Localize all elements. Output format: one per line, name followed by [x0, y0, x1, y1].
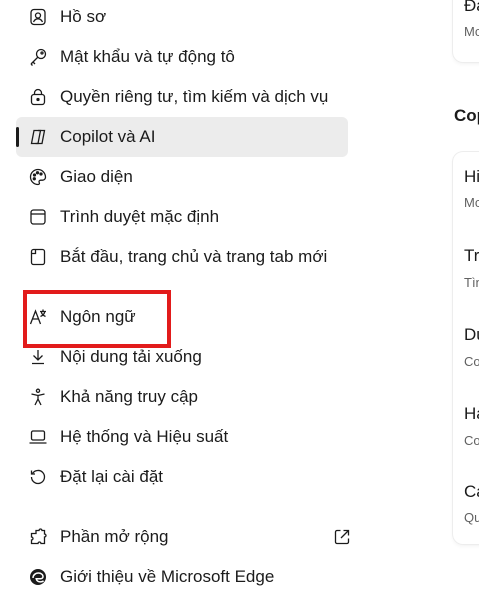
sidebar-item-languages[interactable]: Ngôn ngữ — [16, 297, 348, 337]
settings-sidebar: Hồ sơ Mật khẩu và tự động tô Quyền riêng… — [0, 0, 360, 591]
setting-subtitle: Mc — [464, 195, 479, 210]
copilot-icon — [28, 127, 48, 147]
setting-title: Cá — [464, 482, 479, 501]
setting-title: Tra — [464, 246, 479, 265]
setting-subtitle: Co — [464, 354, 479, 369]
external-link-icon[interactable] — [332, 527, 352, 547]
copilot-settings-card: Hi Mc Tra Tìn Du Co Ha Co Cá Qu — [453, 152, 479, 544]
lock-icon — [28, 87, 48, 107]
page-icon — [28, 247, 48, 267]
setting-title: Du — [464, 325, 479, 344]
browser-icon — [28, 207, 48, 227]
sidebar-item-label: Giới thiệu về Microsoft Edge — [60, 567, 275, 586]
reset-icon — [28, 467, 48, 487]
sidebar-item-start-home[interactable]: Bắt đầu, trang chủ và trang tab mới — [16, 237, 348, 277]
palette-icon — [28, 167, 48, 187]
settings-card: Đa Mc — [453, 0, 479, 62]
sidebar-item-extensions[interactable]: Phần mở rộng — [16, 517, 350, 557]
sidebar-item-label: Bắt đầu, trang chủ và trang tab mới — [60, 247, 328, 266]
setting-subtitle: Co — [464, 433, 479, 448]
card-subtitle: Mc — [464, 24, 479, 39]
laptop-icon — [28, 427, 48, 447]
section-heading-copilot: Cop — [454, 106, 479, 125]
accessibility-icon — [28, 387, 48, 407]
sidebar-item-system[interactable]: Hệ thống và Hiệu suất — [16, 417, 348, 457]
sidebar-item-downloads[interactable]: Nội dung tải xuống — [16, 337, 348, 377]
sidebar-item-default-browser[interactable]: Trình duyệt mặc định — [16, 197, 348, 237]
setting-subtitle: Tìn — [464, 275, 479, 290]
sidebar-item-label: Hệ thống và Hiệu suất — [60, 427, 229, 446]
key-icon — [28, 47, 48, 67]
sidebar-item-label: Mật khẩu và tự động tô — [60, 47, 235, 66]
setting-subtitle: Qu — [464, 510, 479, 525]
sidebar-item-passwords[interactable]: Mật khẩu và tự động tô — [16, 37, 348, 77]
sidebar-item-label: Giao diện — [60, 167, 133, 186]
card-title: Đa — [464, 0, 479, 15]
sidebar-item-label: Nội dung tải xuống — [60, 347, 202, 366]
setting-title: Hi — [464, 167, 479, 186]
edge-icon — [28, 567, 48, 587]
sidebar-item-label: Copilot và AI — [60, 127, 156, 146]
settings-content-panel: Đa Mc Cop Hi Mc Tra Tìn Du Co Ha Co Cá Q… — [420, 0, 479, 591]
sidebar-item-label: Trình duyệt mặc định — [60, 207, 220, 226]
extensions-icon — [28, 527, 48, 547]
sidebar-item-profile[interactable]: Hồ sơ — [16, 0, 348, 37]
sidebar-item-label: Hồ sơ — [60, 7, 107, 26]
sidebar-item-label: Phần mở rộng — [60, 527, 169, 546]
download-icon — [28, 347, 48, 367]
sidebar-item-label: Khả năng truy cập — [60, 387, 198, 406]
profile-icon — [28, 7, 48, 27]
sidebar-item-label: Đặt lại cài đặt — [60, 467, 163, 486]
sidebar-item-reset[interactable]: Đặt lại cài đặt — [16, 457, 348, 497]
language-icon — [28, 307, 48, 327]
setting-title: Ha — [464, 404, 479, 423]
sidebar-item-label: Quyền riêng tư, tìm kiếm và dịch vụ — [60, 87, 329, 106]
sidebar-item-about[interactable]: Giới thiệu về Microsoft Edge — [16, 557, 348, 597]
sidebar-item-copilot[interactable]: Copilot và AI — [16, 117, 348, 157]
sidebar-item-privacy[interactable]: Quyền riêng tư, tìm kiếm và dịch vụ — [16, 77, 348, 117]
sidebar-item-appearance[interactable]: Giao diện — [16, 157, 348, 197]
sidebar-item-label: Ngôn ngữ — [60, 307, 136, 326]
sidebar-item-accessibility[interactable]: Khả năng truy cập — [16, 377, 348, 417]
